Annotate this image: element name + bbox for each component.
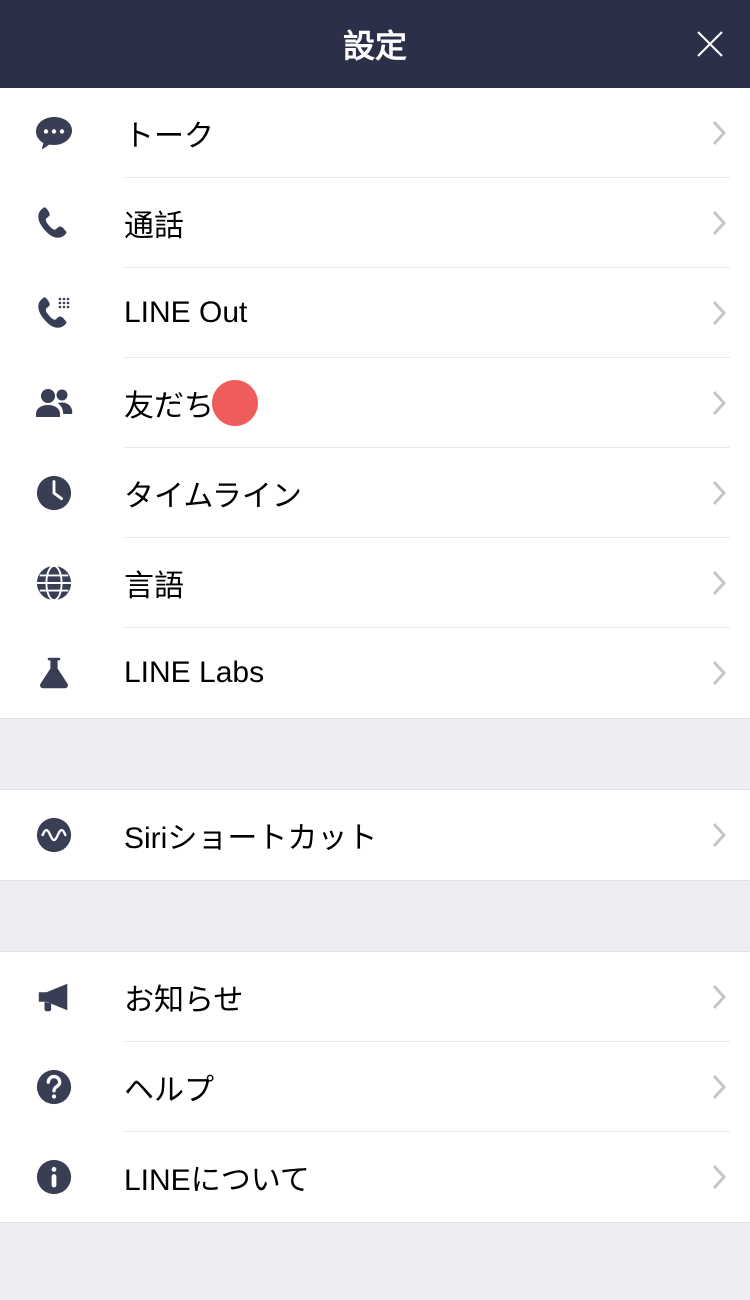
settings-item-labs[interactable]: LINE Labs [0, 628, 750, 718]
friends-icon [32, 381, 76, 425]
chevron-right-icon [710, 483, 730, 503]
megaphone-icon [32, 975, 76, 1019]
settings-item-label: 言語 [124, 561, 184, 605]
settings-item-label: お知らせ [124, 975, 243, 1019]
chevron-right-icon [710, 987, 730, 1007]
chevron-right-icon [710, 663, 730, 683]
phone-icon [32, 201, 76, 245]
settings-item-talk[interactable]: トーク [0, 88, 750, 178]
settings-item-label: タイムライン [124, 471, 302, 515]
close-icon [694, 28, 726, 60]
settings-item-label: 通話 [124, 201, 184, 245]
settings-section-2: Siriショートカット [0, 790, 750, 880]
settings-item-news[interactable]: お知らせ [0, 952, 750, 1042]
settings-item-label: トーク [124, 111, 214, 155]
settings-item-label: ヘルプ [124, 1065, 214, 1109]
siri-icon [32, 813, 76, 857]
page-title: 設定 [343, 21, 407, 67]
info-icon [32, 1155, 76, 1199]
notification-badge [212, 380, 258, 426]
section-separator [0, 718, 750, 790]
chevron-right-icon [710, 1167, 730, 1187]
flask-icon [32, 651, 76, 695]
bottom-spacer [0, 1222, 750, 1298]
chevron-right-icon [710, 393, 730, 413]
settings-item-help[interactable]: ヘルプ [0, 1042, 750, 1132]
settings-item-friends[interactable]: 友だち [0, 358, 750, 448]
phone-out-icon [32, 291, 76, 335]
settings-section-3: お知らせ ヘルプ [0, 952, 750, 1222]
settings-item-language[interactable]: 言語 [0, 538, 750, 628]
settings-item-label: 友だち [124, 381, 214, 425]
chevron-right-icon [710, 825, 730, 845]
close-button[interactable] [688, 22, 732, 66]
chevron-right-icon [710, 1077, 730, 1097]
chevron-right-icon [710, 303, 730, 323]
chevron-right-icon [710, 573, 730, 593]
settings-item-label: LINE Labs [124, 656, 264, 690]
settings-item-line-out[interactable]: LINE Out [0, 268, 750, 358]
chat-icon [32, 111, 76, 155]
section-separator [0, 880, 750, 952]
settings-item-timeline[interactable]: タイムライン [0, 448, 750, 538]
settings-item-label: LINEについて [124, 1155, 310, 1199]
settings-section-1: トーク 通話 [0, 88, 750, 718]
settings-item-call[interactable]: 通話 [0, 178, 750, 268]
chevron-right-icon [710, 123, 730, 143]
chevron-right-icon [710, 213, 730, 233]
globe-icon [32, 561, 76, 605]
help-icon [32, 1065, 76, 1109]
header: 設定 [0, 0, 750, 88]
settings-item-about[interactable]: LINEについて [0, 1132, 750, 1222]
clock-icon [32, 471, 76, 515]
settings-item-siri[interactable]: Siriショートカット [0, 790, 750, 880]
settings-item-label: LINE Out [124, 296, 247, 330]
settings-item-label: Siriショートカット [124, 813, 377, 857]
